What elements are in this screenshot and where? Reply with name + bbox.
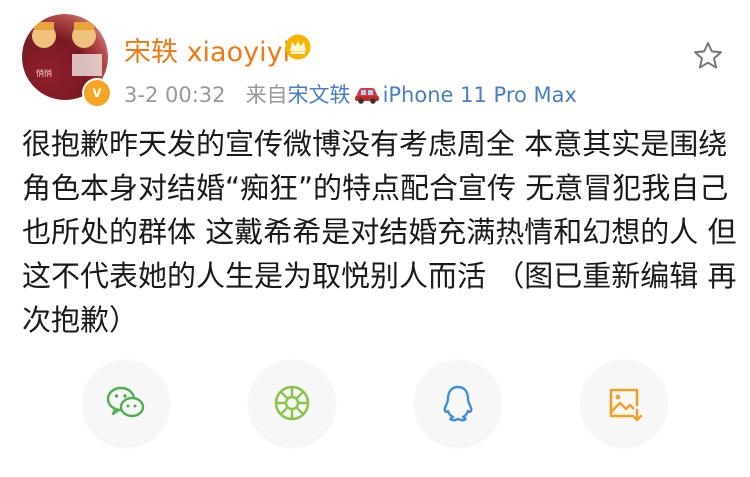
moments-icon — [274, 385, 310, 421]
crown-icon[interactable] — [284, 34, 312, 60]
car-emoji-icon — [354, 88, 379, 104]
star-icon[interactable] — [692, 40, 724, 72]
post-time: 3-2 00:32 — [124, 83, 226, 107]
qq-icon — [443, 385, 473, 422]
share-moments-button[interactable] — [249, 360, 335, 446]
post-meta: 3-2 00:32 来自宋文轶 iPhone 11 Pro Max — [124, 79, 577, 109]
wechat-icon — [106, 386, 145, 418]
share-bar — [0, 360, 750, 452]
source-link[interactable]: 宋文轶 — [288, 83, 351, 107]
share-qq-button[interactable] — [415, 360, 501, 446]
save-image-button[interactable] — [581, 360, 667, 446]
source-prefix: 来自 — [245, 83, 288, 107]
save-image-icon — [609, 388, 643, 422]
share-wechat-button[interactable] — [83, 360, 169, 446]
verified-badge: v — [82, 78, 112, 108]
avatar-container[interactable]: 悄悄 v — [22, 14, 112, 108]
device-link[interactable]: iPhone 11 Pro Max — [383, 83, 577, 107]
svg-text:悄悄: 悄悄 — [36, 68, 52, 78]
author-name[interactable]: 宋轶 xiaoyiyi — [124, 30, 290, 69]
post-content: 很抱歉昨天发的宣传微博没有考虑周全 本意其实是围绕角色本身对结婚“痴狂”的特点配… — [22, 127, 737, 337]
